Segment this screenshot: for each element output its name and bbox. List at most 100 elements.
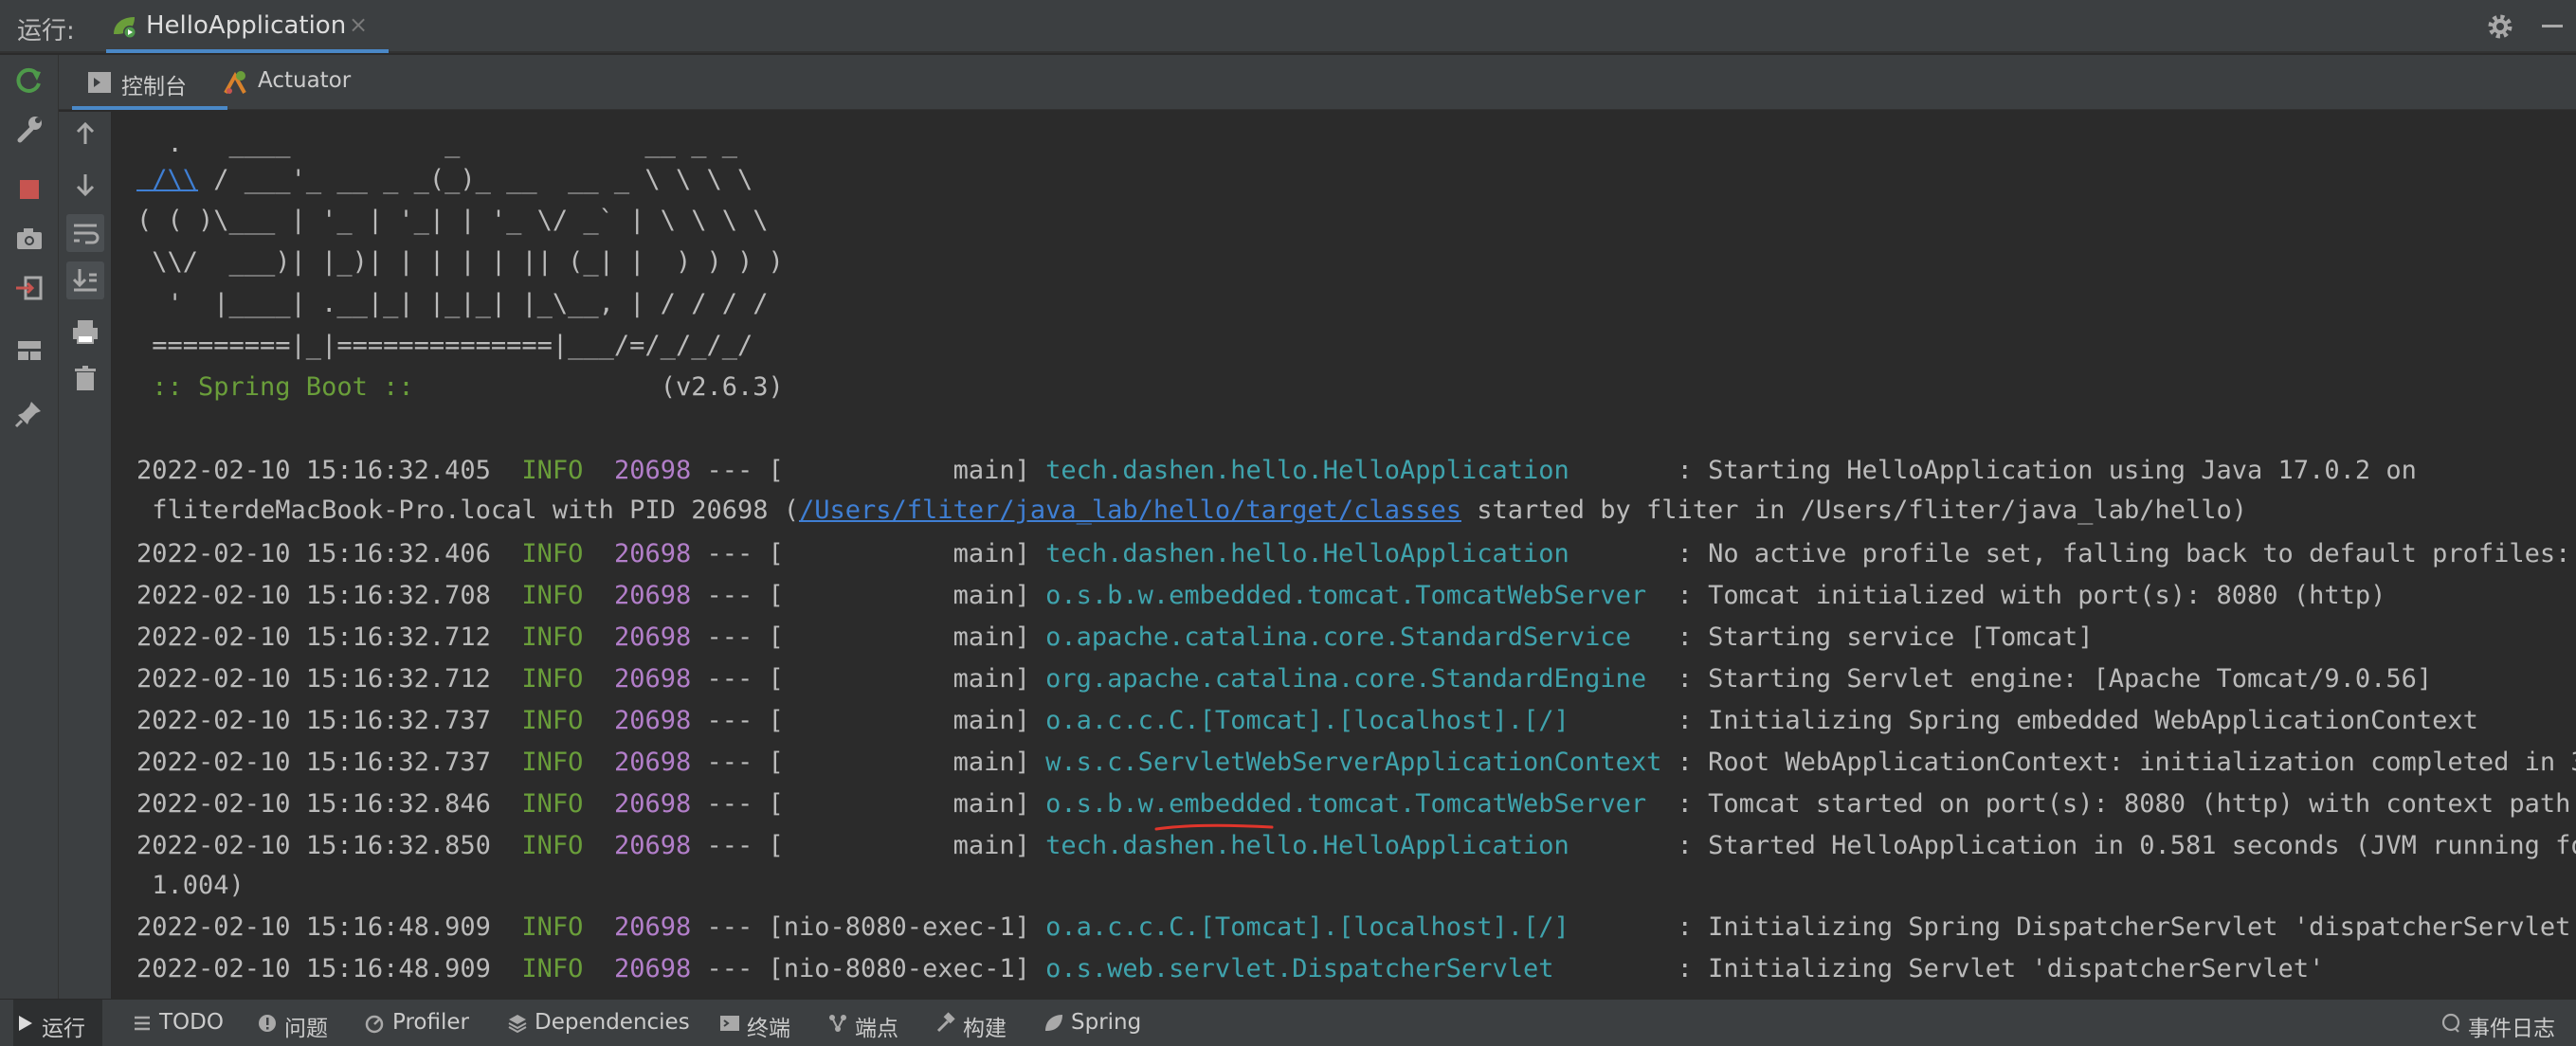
log-separator: --- [ xyxy=(691,622,784,652)
spring-icon xyxy=(1043,1012,1065,1035)
log-timestamp: 2022-02-10 15:16:32.708 xyxy=(136,581,491,610)
bottom-tab-endpoints[interactable]: 端点 xyxy=(826,1000,912,1046)
bottom-tab-problems[interactable]: 问题 xyxy=(256,1000,341,1046)
bottom-tab-label: TODO xyxy=(159,1010,224,1035)
log-message: : Starting service [Tomcat] xyxy=(1661,622,2094,652)
log-pid: 20698 xyxy=(613,539,692,568)
log-logger[interactable]: o.a.c.c.C.[Tomcat].[localhost].[/] xyxy=(1045,706,1661,735)
bottom-tab-dependencies[interactable]: Dependencies xyxy=(506,1000,690,1046)
banner-line: =========|_|==============|___/=/_/_/_/ xyxy=(136,331,753,360)
log-level: INFO xyxy=(521,706,584,735)
soft-wrap-icon[interactable] xyxy=(66,214,104,252)
gear-icon[interactable] xyxy=(2485,11,2515,42)
list-icon xyxy=(131,1012,154,1035)
log-message: : No active profile set, falling back to… xyxy=(1677,539,2571,568)
bottom-tab-terminal[interactable]: 终端 xyxy=(718,1000,804,1046)
log-logger[interactable]: tech.dashen.hello.HelloApplication xyxy=(1045,831,1661,860)
log-thread: main] xyxy=(783,706,1030,735)
log-thread: main] xyxy=(783,664,1030,694)
log-logger[interactable]: o.s.b.w.embedded.tomcat.TomcatWebServer xyxy=(1045,581,1661,610)
log-line: 2022-02-10 15:16:32.737 INFO 20698 --- [… xyxy=(136,748,2576,777)
log-thread: main] xyxy=(783,831,1030,860)
log-logger[interactable]: w.s.c.ServletWebServerApplicationContext xyxy=(1045,748,1661,777)
speech-bubble-icon xyxy=(2440,1012,2462,1035)
log-logger[interactable]: o.s.web.servlet.DispatcherServlet xyxy=(1045,954,1661,983)
log-logger[interactable]: org.apache.catalina.core.StandardEngine xyxy=(1045,664,1661,694)
dependencies-icon xyxy=(506,1012,529,1035)
log-line: 2022-02-10 15:16:32.850 INFO 20698 --- [… xyxy=(136,831,2576,860)
run-label: 运行: xyxy=(17,17,75,45)
rerun-icon[interactable] xyxy=(10,63,48,100)
arrow-up-icon[interactable] xyxy=(66,116,104,153)
log-thread: main] xyxy=(783,539,1030,568)
stop-icon[interactable] xyxy=(10,171,48,208)
log-logger[interactable]: o.s.b.w.embedded.tomcat.TomcatWebServer xyxy=(1045,789,1661,819)
active-tab-indicator xyxy=(106,49,389,53)
tab-console[interactable]: 控制台 xyxy=(72,55,227,110)
log-separator: --- [ xyxy=(691,456,784,485)
log-logger[interactable]: o.apache.catalina.core.StandardService xyxy=(1045,622,1661,652)
run-actions-toolbar xyxy=(0,55,59,999)
profiler-icon xyxy=(364,1012,387,1035)
log-separator: --- [ xyxy=(691,831,784,860)
bottom-tab-label: 终端 xyxy=(747,1017,790,1041)
bottom-tab-profiler[interactable]: Profiler xyxy=(364,1000,487,1046)
banner-line: /\\ / ___'_ __ _ _(_)_ __ __ _ \ \ \ \ xyxy=(136,165,753,194)
log-separator: --- [ xyxy=(691,954,784,983)
log-line: 2022-02-10 15:16:48.909 INFO 20698 --- [… xyxy=(136,912,2576,942)
bottom-tab-label: 问题 xyxy=(284,1017,328,1041)
log-separator: --- [ xyxy=(691,706,784,735)
log-message: : Started HelloApplication in 0.581 seco… xyxy=(1661,831,2576,860)
log-pid: 20698 xyxy=(613,664,692,694)
console-output[interactable]: . ____ _ __ _ _ /\\ / ___'_ __ _ _(_)_ _… xyxy=(112,110,2576,999)
minimize-icon[interactable] xyxy=(2542,25,2563,27)
tab-hello-application[interactable]: HelloApplication × xyxy=(106,0,389,53)
log-thread: main] xyxy=(783,789,1030,819)
camera-icon[interactable] xyxy=(10,220,48,258)
arrow-down-icon[interactable] xyxy=(66,165,104,203)
log-timestamp: 2022-02-10 15:16:32.846 xyxy=(136,789,491,819)
tab-actuator-label: Actuator xyxy=(258,68,352,93)
log-pid: 20698 xyxy=(613,748,692,777)
log-timestamp: 2022-02-10 15:16:32.737 xyxy=(136,748,491,777)
log-separator: --- [ xyxy=(691,539,784,568)
log-separator: --- [ xyxy=(691,789,784,819)
log-message: : Root WebApplicationContext: initializa… xyxy=(1661,748,2576,777)
exit-icon[interactable] xyxy=(10,269,48,307)
banner-line: ' |____| .__|_| |_|_| |_\__, | / / / / xyxy=(136,289,769,318)
log-pid: 20698 xyxy=(613,581,692,610)
bottom-tab-build[interactable]: 构建 xyxy=(934,1000,1020,1046)
log-line: 2022-02-10 15:16:32.708 INFO 20698 --- [… xyxy=(136,581,2386,610)
classes-path-link[interactable]: /Users/fliter/java_lab/hello/target/clas… xyxy=(799,496,1461,525)
log-logger[interactable]: tech.dashen.hello.HelloApplication xyxy=(1045,539,1661,568)
endpoints-icon xyxy=(826,1012,849,1035)
log-message: : Tomcat initialized with port(s): 8080 … xyxy=(1661,581,2386,610)
bottom-tab-label: Profiler xyxy=(392,1010,469,1035)
log-line: 2022-02-10 15:16:32.846 INFO 20698 --- [… xyxy=(136,789,2576,819)
log-timestamp: 2022-02-10 15:16:32.850 xyxy=(136,831,491,860)
log-message: : Initializing Spring embedded WebApplic… xyxy=(1661,706,2478,735)
scroll-to-end-icon[interactable] xyxy=(66,262,104,299)
wrench-icon[interactable] xyxy=(10,110,48,148)
bottom-tab-todo[interactable]: TODO xyxy=(131,1000,235,1046)
log-level: INFO xyxy=(521,789,584,819)
layout-icon[interactable] xyxy=(10,332,48,370)
banner-line: \\/ ___)| |_)| | | | | || (_| | ) ) ) ) xyxy=(136,247,784,277)
trash-icon[interactable] xyxy=(66,360,104,398)
log-level: INFO xyxy=(521,664,584,694)
log-pid: 20698 xyxy=(613,622,692,652)
log-pid: 20698 xyxy=(613,831,692,860)
event-log-button[interactable]: 事件日志 xyxy=(2440,1000,2567,1046)
log-separator: --- [ xyxy=(691,912,784,942)
print-icon[interactable] xyxy=(66,313,104,351)
tab-actuator[interactable]: Actuator xyxy=(222,55,364,110)
log-logger[interactable]: tech.dashen.hello.HelloApplication xyxy=(1045,456,1661,485)
close-icon[interactable]: × xyxy=(349,11,368,38)
pin-icon[interactable] xyxy=(10,394,48,432)
bottom-tab-label: 端点 xyxy=(855,1017,898,1041)
bottom-tab-run[interactable]: 运行 xyxy=(13,1000,102,1046)
bottom-tab-spring[interactable]: Spring xyxy=(1043,1000,1147,1046)
banner-line: ( ( )\___ | '_ | '_| | '_ \/ _` | \ \ \ … xyxy=(136,206,769,235)
log-timestamp: 2022-02-10 15:16:48.909 xyxy=(136,954,491,983)
log-logger[interactable]: o.a.c.c.C.[Tomcat].[localhost].[/] xyxy=(1045,912,1661,942)
